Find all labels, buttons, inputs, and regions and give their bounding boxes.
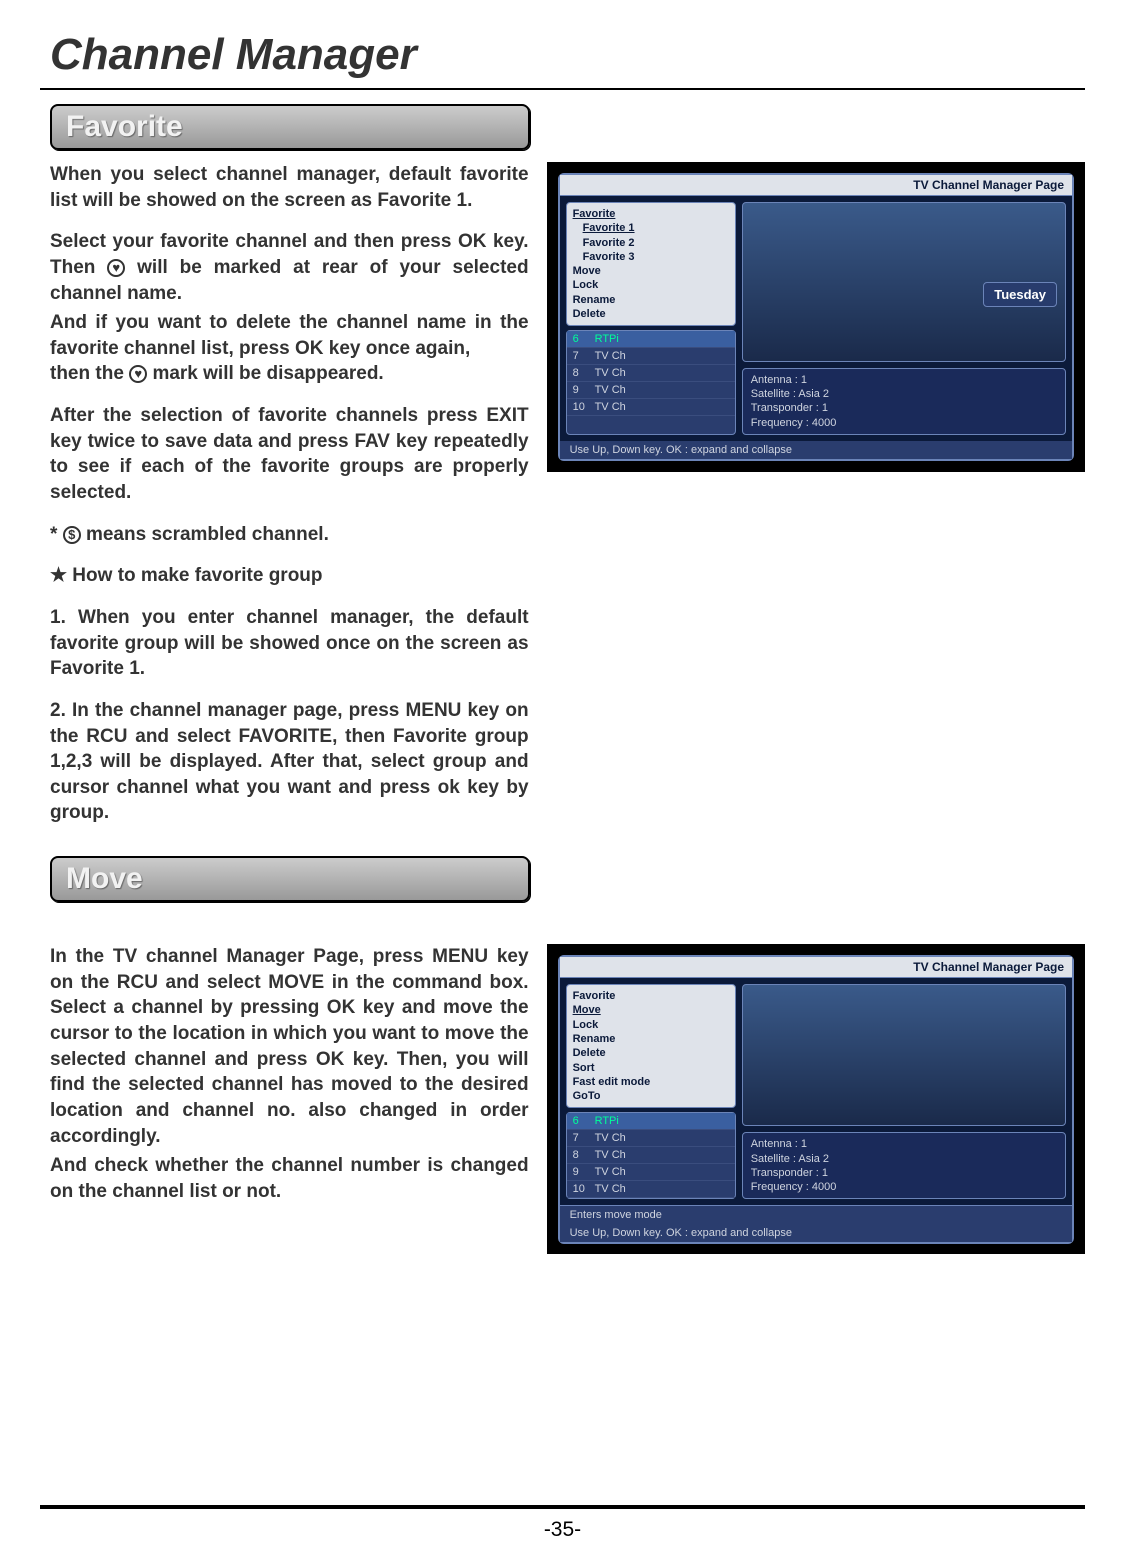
section-bar-move: Move: [50, 856, 530, 902]
ch-num: 8: [573, 1149, 595, 1161]
howto-title: ★ How to make favorite group: [50, 563, 529, 589]
shot2-title: TV Channel Manager Page: [560, 957, 1072, 978]
menu-item: Delete: [573, 1046, 729, 1060]
scramble-mark-icon: $: [63, 526, 81, 544]
txt: key once again,: [323, 338, 470, 359]
shot1-preview-caption: Tuesday: [983, 282, 1057, 307]
title-rule: [40, 88, 1085, 90]
favorite-p2: Select your favorite channel and then pr…: [50, 229, 529, 306]
ch-num: 10: [573, 401, 595, 413]
shot2-hint-top: Enters move mode: [560, 1205, 1072, 1224]
info-line: Transponder : 1: [751, 401, 1057, 415]
shot1-menu: Favorite Favorite 1 Favorite 2 Favorite …: [566, 202, 736, 326]
move-body: In the TV channel Manager Page, press ME…: [50, 944, 529, 1220]
howto-step1: 1. When you enter channel manager, the d…: [50, 605, 529, 682]
info-line: Satellite : Asia 2: [751, 1152, 1057, 1166]
ch-num: 6: [573, 333, 595, 345]
shot2-info: Antenna : 1 Satellite : Asia 2 Transpond…: [742, 1132, 1066, 1199]
move-p2: And check whether the channel number is …: [50, 1153, 529, 1204]
ch-name: TV Ch: [595, 1149, 626, 1161]
info-line: Antenna : 1: [751, 1137, 1057, 1151]
txt: then the: [50, 363, 129, 384]
info-line: Frequency : 4000: [751, 416, 1057, 430]
txt: means scrambled channel.: [81, 524, 329, 545]
menu-item: Favorite: [573, 989, 729, 1003]
ch-num: 8: [573, 367, 595, 379]
shot2-menu: Favorite Move Lock Rename Delete Sort Fa…: [566, 984, 736, 1108]
menu-item: Lock: [573, 1018, 729, 1032]
menu-item: Favorite 1: [583, 221, 729, 235]
ch-num: 7: [573, 350, 595, 362]
info-line: Transponder : 1: [751, 1166, 1057, 1180]
shot1-title: TV Channel Manager Page: [560, 175, 1072, 196]
section-title-favorite: Favorite: [66, 110, 183, 143]
info-line: Satellite : Asia 2: [751, 387, 1057, 401]
ok-key: OK: [295, 338, 324, 359]
ch-num: 9: [573, 384, 595, 396]
page-number: -35-: [0, 1518, 1125, 1542]
favorite-p3: And if you want to delete the channel na…: [50, 310, 529, 387]
section-bar-favorite: Favorite: [50, 104, 530, 150]
menu-item: Delete: [573, 307, 729, 321]
menu-item: GoTo: [573, 1089, 729, 1103]
ch-name: TV Ch: [595, 401, 626, 413]
menu-item: Move: [573, 1003, 729, 1017]
shot2-preview: [742, 984, 1066, 1126]
ch-num: 10: [573, 1183, 595, 1195]
ch-num: 6: [573, 1115, 595, 1127]
ch-name: TV Ch: [595, 1166, 626, 1178]
ch-name: TV Ch: [595, 1183, 626, 1195]
heart-mark-icon: ♥: [107, 259, 125, 277]
shot2-channels: 6RTPi 7TV Ch 8TV Ch 9TV Ch 10TV Ch: [566, 1112, 736, 1199]
heart-mark-icon: ♥: [129, 365, 147, 383]
info-line: Frequency : 4000: [751, 1180, 1057, 1194]
menu-item: Lock: [573, 278, 729, 292]
menu-item: Favorite 2: [583, 236, 729, 250]
shot1-info: Antenna : 1 Satellite : Asia 2 Transpond…: [742, 368, 1066, 435]
menu-item: Sort: [573, 1061, 729, 1075]
menu-item: Move: [573, 264, 729, 278]
shot1-hint: Use Up, Down key. OK : expand and collap…: [560, 441, 1072, 459]
screenshot-favorite: TV Channel Manager Page Favorite Favorit…: [547, 162, 1085, 472]
shot1-channels: 6RTPi 7TV Ch 8TV Ch 9TV Ch 10TV Ch: [566, 330, 736, 435]
ch-num: 7: [573, 1132, 595, 1144]
txt: mark will be disappeared.: [147, 363, 384, 384]
section-title-move: Move: [66, 862, 143, 895]
menu-item: Favorite: [573, 207, 729, 221]
page-title: Channel Manager: [50, 30, 1085, 80]
favorite-p4: After the selection of favorite channels…: [50, 403, 529, 506]
ch-name: TV Ch: [595, 1132, 626, 1144]
screenshot-move: TV Channel Manager Page Favorite Move Lo…: [547, 944, 1085, 1254]
ch-name: RTPi: [595, 333, 619, 345]
menu-item: Favorite 3: [583, 250, 729, 264]
favorite-p5: * $ means scrambled channel.: [50, 522, 529, 548]
footer-rule: [40, 1505, 1085, 1509]
menu-item: Rename: [573, 293, 729, 307]
shot2-hint: Use Up, Down key. OK : expand and collap…: [560, 1224, 1072, 1242]
shot1-preview: Tuesday: [742, 202, 1066, 362]
move-p1: In the TV channel Manager Page, press ME…: [50, 944, 529, 1149]
ok-key: OK: [458, 231, 487, 252]
ch-name: TV Ch: [595, 350, 626, 362]
menu-item: Rename: [573, 1032, 729, 1046]
txt: *: [50, 524, 63, 545]
ch-num: 9: [573, 1166, 595, 1178]
info-line: Antenna : 1: [751, 373, 1057, 387]
ch-name: TV Ch: [595, 367, 626, 379]
txt: Select your favorite channel and then pr…: [50, 231, 458, 252]
favorite-body: When you select channel manager, default…: [50, 162, 529, 842]
ch-name: TV Ch: [595, 384, 626, 396]
favorite-p1: When you select channel manager, default…: [50, 162, 529, 213]
ch-name: RTPi: [595, 1115, 619, 1127]
menu-item: Fast edit mode: [573, 1075, 729, 1089]
howto-step2: 2. In the channel manager page, press ME…: [50, 698, 529, 826]
